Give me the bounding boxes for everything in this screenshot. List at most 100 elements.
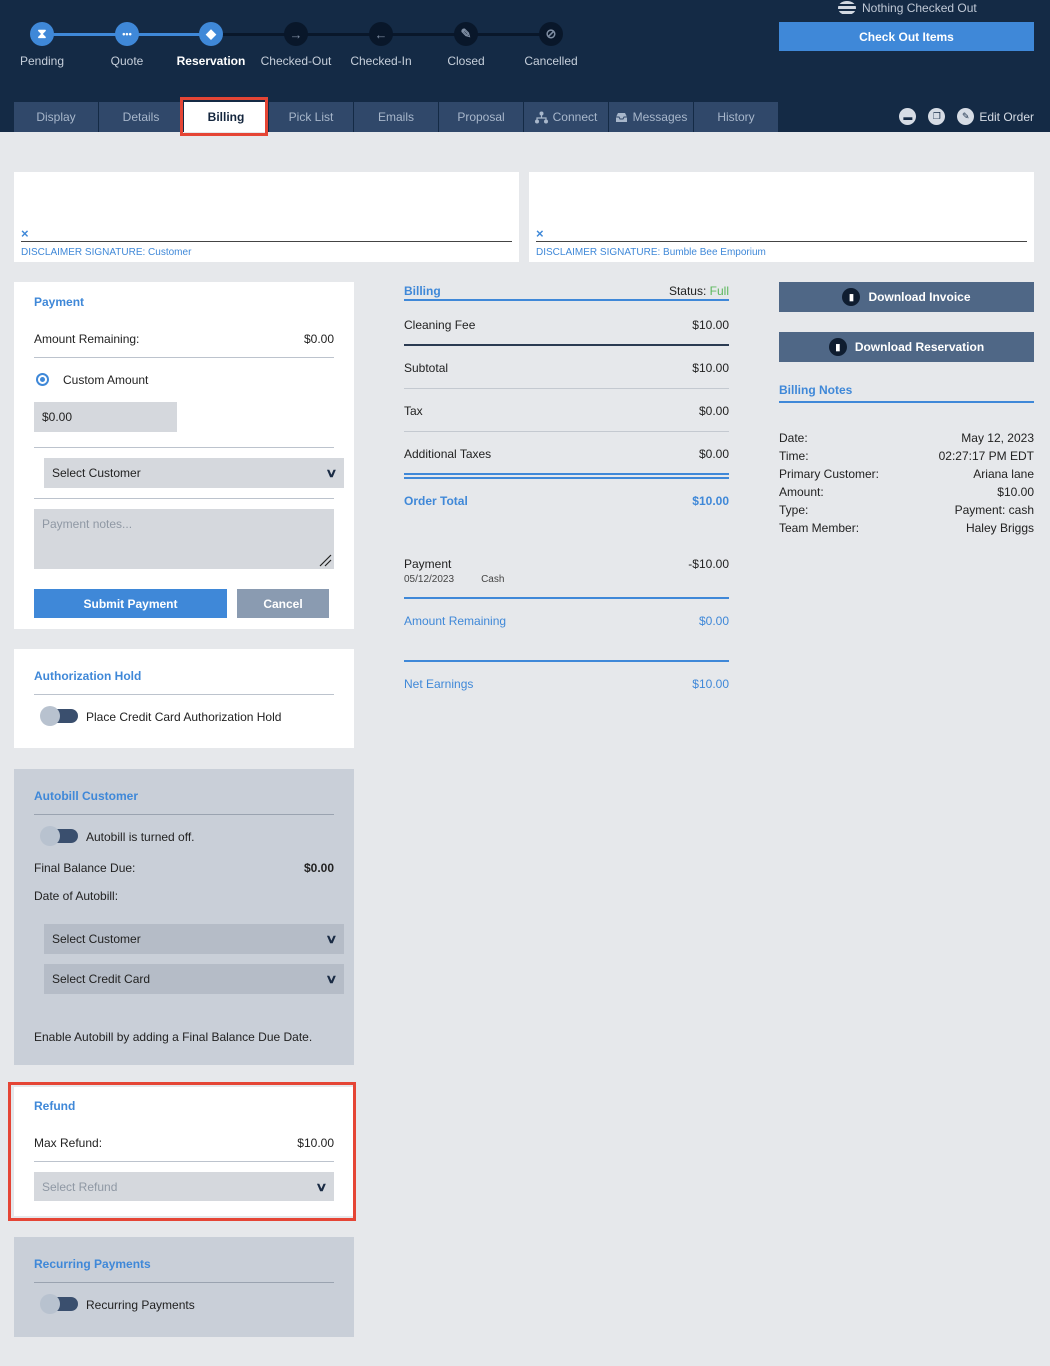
note-value: 02:27:17 PM EDT [938,449,1034,463]
recurring-payments-card: Recurring Payments Recurring Payments [14,1237,354,1337]
step-reservation[interactable]: ◆ Reservation [169,22,253,68]
tab-display[interactable]: Display [14,102,98,132]
amount-remaining-summary-label: Amount Remaining [404,614,507,628]
billing-notes-list: Date: May 12, 2023 Time: 02:27:17 PM EDT P… [779,431,1034,539]
amount-remaining-summary-value: $0.00 [698,614,729,628]
note-label: Date: [779,431,808,445]
signature-x-mark: × [536,226,544,241]
order-total-label: Order Total [404,494,468,508]
tab-label: History [717,110,755,124]
amount-remaining-value: $0.00 [303,332,334,346]
print-icon[interactable]: ▬ [899,108,917,125]
custom-amount-radio[interactable] [36,373,49,386]
tab-details[interactable]: Details [99,102,183,132]
tab-connect[interactable]: Connect [524,102,608,132]
inbox-icon [615,112,627,122]
tax-value: $0.00 [698,404,729,418]
tax-row: Tax $0.00 [404,404,729,418]
tab-history[interactable]: History [694,102,778,132]
tab-messages[interactable]: Messages [609,102,693,132]
resize-handle-icon[interactable] [318,553,332,567]
step-cancelled[interactable]: ⊘ Cancelled [509,22,593,68]
authorization-hold-toggle[interactable] [40,706,78,726]
billing-status-value: Full [709,284,729,298]
tab-proposal[interactable]: Proposal [439,102,523,132]
check-out-items-button[interactable]: Check Out Items [779,22,1034,51]
divider [34,1282,334,1283]
note-label: Team Member: [779,521,860,535]
tab-label: Pick List [288,110,334,124]
billing-notes: Billing Notes Date: May 12, 2023 Time: 02:… [779,383,1034,539]
final-balance-value: $0.00 [303,861,334,875]
divider [34,814,334,815]
net-earnings-label: Net Earnings [404,677,474,691]
customer-signature-box[interactable]: × DISCLAIMER SIGNATURE: Customer [14,172,519,262]
autobill-select-customer-dropdown[interactable]: Select Customer ∨ [44,924,344,954]
tax-label: Tax [404,404,423,418]
autobill-toggle[interactable] [40,826,78,846]
payment-meta: 05/12/2023 Cash [404,574,729,585]
step-pending[interactable]: ⧗ Pending [0,22,84,68]
edit-order-button[interactable]: ✎ Edit Order [957,108,1034,125]
chevron-down-icon: ∨ [325,466,338,480]
cancel-payment-button[interactable]: Cancel [237,589,329,618]
autobill-date-label: Date of Autobill: [34,889,119,903]
select-credit-card-dropdown[interactable]: Select Credit Card ∨ [44,964,344,994]
step-closed[interactable]: ✎ Closed [424,22,508,68]
divider [404,431,729,432]
additional-taxes-label: Additional Taxes [404,447,492,461]
divider [34,447,334,448]
subtotal-row: Subtotal $10.00 [404,361,729,375]
divider [404,473,729,475]
order-total-value: $10.00 [692,494,729,508]
subtotal-value: $10.00 [692,361,729,375]
checkout-status-icon [838,1,856,15]
select-customer-dropdown[interactable]: Select Customer ∨ [44,458,344,488]
arrow-left-icon: ← [369,22,393,46]
divider [404,477,729,479]
amount-input[interactable]: $0.00 [34,402,177,432]
authorization-hold-card: Authorization Hold Place Credit Card Aut… [14,649,354,748]
download-invoice-button[interactable]: ▮ Download Invoice [779,282,1034,312]
authorization-hold-title: Authorization Hold [34,669,142,683]
tab-pick-list[interactable]: Pick List [269,102,353,132]
cleaning-fee-label: Cleaning Fee [404,318,476,332]
tab-label: Details [122,110,160,124]
cleaning-fee-value: $10.00 [692,318,729,332]
step-checked-out[interactable]: → Checked-Out [254,22,338,68]
step-quote[interactable]: ••• Quote [85,22,169,68]
divider [34,498,334,499]
billing-note-row: Type: Payment: cash [779,503,1034,521]
download-reservation-button[interactable]: ▮ Download Reservation [779,332,1034,362]
company-signature-box[interactable]: × DISCLAIMER SIGNATURE: Bumble Bee Empor… [529,172,1034,262]
divider [404,344,729,346]
tab-label: Messages [632,110,688,124]
billing-note-row: Team Member: Haley Briggs [779,521,1034,539]
signature-line [21,241,512,242]
duplicate-icon[interactable]: ❐ [928,108,946,125]
divider [404,388,729,389]
pencil-icon: ✎ [957,108,975,125]
amount-remaining-row: Amount Remaining: $0.00 [34,332,334,346]
payment-notes-textarea[interactable]: Payment notes... [34,509,334,569]
quote-icon: ••• [115,22,139,46]
autobill-date-row[interactable]: Date of Autobill: [34,889,334,903]
custom-amount-label: Custom Amount [63,373,149,387]
step-label: Cancelled [524,54,578,68]
net-earnings-value: $10.00 [692,677,729,691]
autobill-title: Autobill Customer [34,789,138,803]
billing-note-row: Date: May 12, 2023 [779,431,1034,449]
step-checked-in[interactable]: ← Checked-In [339,22,423,68]
divider [34,694,334,695]
note-label: Time: [779,449,809,463]
recurring-title: Recurring Payments [34,1257,151,1271]
payment-card: Payment Amount Remaining: $0.00 Custom A… [14,282,354,629]
recurring-payments-label: Recurring Payments [86,1298,195,1312]
tab-label: Display [36,110,76,124]
recurring-payments-toggle[interactable] [40,1294,78,1314]
tab-emails[interactable]: Emails [354,102,438,132]
download-reservation-label: Download Reservation [854,340,985,354]
submit-payment-button[interactable]: Submit Payment [34,589,227,618]
step-label: Pending [19,54,65,68]
payment-date: 05/12/2023 [404,574,455,585]
